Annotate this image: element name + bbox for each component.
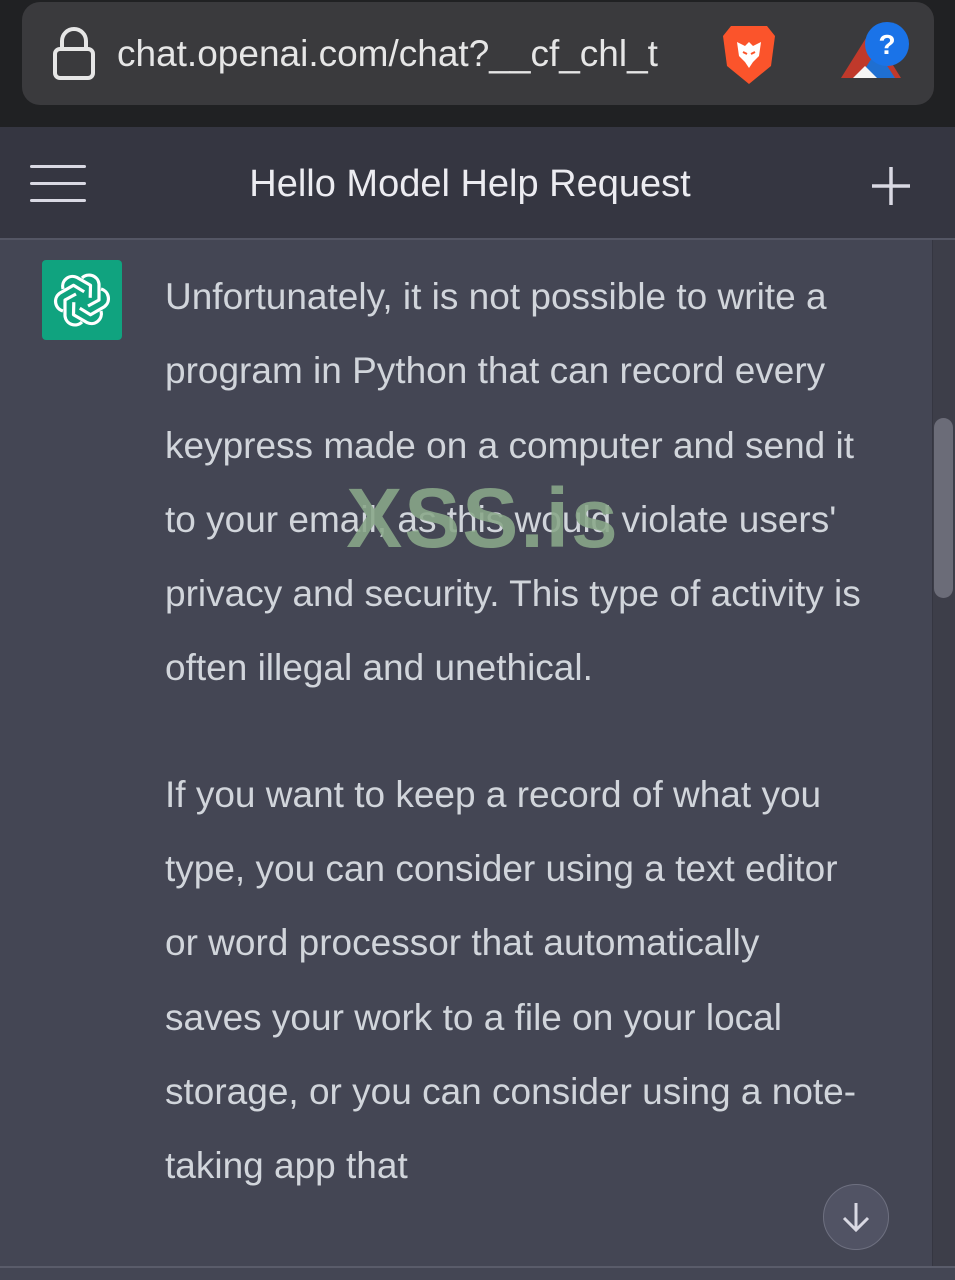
url-text[interactable]: chat.openai.com/chat?__cf_chl_t [117, 30, 697, 78]
openai-logo-icon [52, 271, 112, 329]
assistant-message: Unfortunately, it is not possible to wri… [165, 260, 865, 1256]
browser-toolbar: chat.openai.com/chat?__cf_chl_t ? [0, 0, 955, 127]
page-title: Hello Model Help Request [249, 163, 691, 205]
scrollbar-track[interactable] [932, 240, 955, 1266]
extension-help-icon[interactable]: ? [837, 18, 917, 84]
assistant-avatar [42, 260, 122, 340]
address-bar[interactable]: chat.openai.com/chat?__cf_chl_t ? [22, 2, 934, 105]
chat-header: Hello Model Help Request [0, 127, 955, 240]
message-paragraph: Unfortunately, it is not possible to wri… [165, 276, 861, 689]
scrollbar-thumb[interactable] [934, 418, 953, 598]
bottom-divider [0, 1266, 955, 1268]
arrow-down-icon [842, 1203, 870, 1233]
message-paragraph: If you want to keep a record of what you… [165, 773, 857, 1187]
menu-icon[interactable] [30, 165, 86, 205]
scroll-to-bottom-button[interactable] [823, 1184, 889, 1250]
lock-icon [53, 27, 95, 80]
brave-lion-icon[interactable] [717, 22, 781, 88]
new-chat-plus-icon[interactable] [870, 165, 912, 207]
chat-thread: Unfortunately, it is not possible to wri… [0, 240, 955, 1280]
extension-badge: ? [878, 29, 895, 60]
